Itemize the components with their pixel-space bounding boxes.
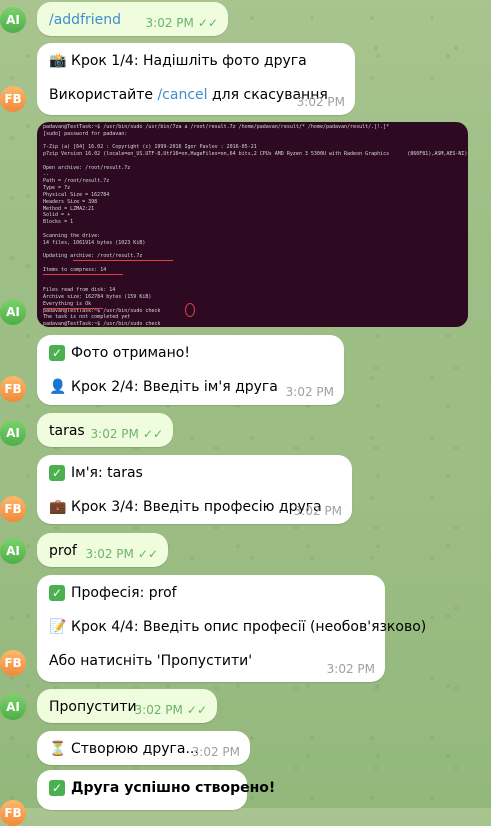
- avatar[interactable]: FB: [0, 86, 26, 112]
- message-bubble[interactable]: Пропустити 3:02 PM ✓✓: [37, 689, 217, 723]
- avatar[interactable]: FB: [0, 376, 26, 402]
- terminal-screenshot-image[interactable]: padavan@TestTask:~$ /usr/bin/sudo /usr/b…: [37, 122, 468, 327]
- message-text: Ім'я: taras: [71, 465, 143, 481]
- message-text: Фото отримано!: [71, 345, 190, 361]
- memo-icon: 📝: [49, 619, 67, 635]
- avatar[interactable]: AI: [0, 420, 26, 446]
- message-text: Друга успішно створено!: [71, 780, 276, 796]
- check-mark-icon: ✓: [49, 465, 65, 481]
- message-time: 3:02 PM: [191, 745, 240, 759]
- message-bubble[interactable]: ✓ Ім'я: taras 💼 Крок 3/4: Введіть професію…: [37, 455, 352, 524]
- message-text: Створюю друга...: [71, 741, 199, 757]
- message-bubble[interactable]: ✓ Професія: prof 📝 Крок 4/4: Введіть опис …: [37, 575, 426, 682]
- message-bubble[interactable]: ✓ Друга успішно створено!: [37, 770, 275, 810]
- message-time: 3:02 PM ✓✓: [90, 427, 163, 441]
- avatar[interactable]: FB: [0, 496, 26, 522]
- briefcase-icon: 💼: [49, 499, 67, 515]
- message-text: Або натисніть 'Пропустити': [49, 653, 253, 669]
- terminal-text: padavan@TestTask:~$ /usr/bin/sudo /usr/b…: [43, 124, 468, 327]
- message-time: 3:02 PM ✓✓: [134, 703, 207, 717]
- hourglass-icon: ⏳: [49, 741, 67, 757]
- message-time: 3:02 PM: [296, 95, 345, 109]
- red-underline: [43, 308, 103, 309]
- double-check-icon: ✓✓: [142, 427, 163, 441]
- message-text: Крок 3/4: Введіть професію друга: [71, 499, 322, 515]
- red-underline: [73, 260, 173, 261]
- message-time: 3:02 PM ✓✓: [85, 547, 158, 561]
- message-text: Крок 4/4: Введіть опис професії (необов'…: [71, 619, 427, 635]
- double-check-icon: ✓✓: [137, 547, 158, 561]
- avatar[interactable]: AI: [0, 7, 26, 33]
- person-icon: 👤: [49, 379, 67, 395]
- message-bubble[interactable]: ✓ Фото отримано! 👤 Крок 2/4: Введіть ім'я …: [37, 335, 344, 405]
- avatar[interactable]: AI: [0, 538, 26, 564]
- message-time: 3:02 PM: [293, 504, 342, 518]
- message-bubble[interactable]: taras 3:02 PM ✓✓: [37, 413, 173, 447]
- message-text: Крок 1/4: Надішліть фото друга: [71, 53, 307, 69]
- avatar[interactable]: AI: [0, 299, 26, 325]
- avatar[interactable]: AI: [0, 694, 26, 720]
- red-underline: [43, 274, 123, 275]
- message-bubble[interactable]: /addfriend 3:02 PM ✓✓: [37, 2, 228, 36]
- message-time: 3:02 PM: [285, 385, 334, 399]
- message-text: Крок 2/4: Введіть ім'я друга: [71, 379, 278, 395]
- message-bubble[interactable]: prof 3:02 PM ✓✓: [37, 533, 168, 567]
- avatar[interactable]: FB: [0, 650, 26, 676]
- check-mark-icon: ✓: [49, 345, 65, 361]
- message-bubble[interactable]: ⏳ Створюю друга... 3:02 PM: [37, 731, 250, 765]
- double-check-icon: ✓✓: [197, 16, 218, 30]
- camera-icon: 📸: [49, 53, 67, 69]
- cancel-command-link[interactable]: /cancel: [157, 87, 207, 103]
- check-mark-icon: ✓: [49, 780, 65, 796]
- message-text: Професія: prof: [71, 585, 177, 601]
- message-time: 3:02 PM ✓✓: [145, 16, 218, 30]
- double-check-icon: ✓✓: [186, 703, 207, 717]
- check-mark-icon: ✓: [49, 585, 65, 601]
- avatar[interactable]: FB: [0, 800, 26, 826]
- message-bubble[interactable]: 📸 Крок 1/4: Надішліть фото друга Використ…: [37, 43, 355, 115]
- red-scribble-mark: [185, 303, 195, 317]
- message-text: Використайте: [49, 87, 158, 103]
- message-time: 3:02 PM: [326, 662, 375, 676]
